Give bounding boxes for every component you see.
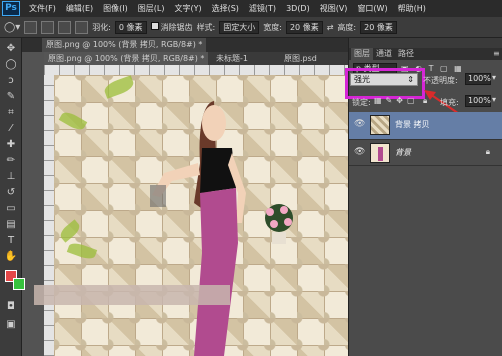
layer-row[interactable]: 👁︎ 背景 🔒︎ (349, 139, 502, 166)
brush-icon[interactable]: ✏ (3, 154, 19, 168)
crop-icon[interactable]: ⌗ (3, 106, 19, 120)
lock-icon: 🔒︎ (485, 147, 490, 156)
menu-edit[interactable]: 编辑(E) (61, 3, 98, 14)
antialias-checkbox[interactable]: 消除锯齿 (150, 21, 193, 33)
eyedropper-icon[interactable]: ⁄ (3, 122, 19, 136)
swap-icon[interactable]: ⇄ (327, 23, 334, 32)
lock-label: 锁定: (352, 98, 371, 107)
screen-mode-icon[interactable]: ▣ (3, 318, 19, 332)
tools-panel: ✥ ◯ ↄ ✎ ⌗ ⁄ ✚ ✏ ⊥ ↺ ▭ ▤ T ✋ ◘ ▣ (0, 38, 25, 356)
menu-window[interactable]: 窗口(W) (352, 3, 392, 14)
menu-image[interactable]: 图像(I) (98, 3, 133, 14)
antialias-label: 消除锯齿 (160, 22, 193, 32)
vertical-ruler[interactable] (44, 75, 54, 356)
move-icon[interactable]: ✥ (3, 42, 19, 56)
new-selection-icon[interactable] (24, 20, 38, 34)
opacity-dropdown-icon[interactable]: ▾ (492, 73, 496, 82)
doc-tab-psd[interactable]: 原图.psd (280, 52, 321, 65)
flower-pot-illustration (265, 204, 293, 244)
menu-layer[interactable]: 图层(L) (133, 3, 170, 14)
menu-3d[interactable]: 3D(D) (281, 4, 315, 13)
tab-paths[interactable]: 路径 (395, 48, 417, 60)
feather-input[interactable]: 0 像素 (114, 20, 147, 34)
menu-type[interactable]: 文字(Y) (169, 3, 206, 14)
fill-input[interactable]: 100% (465, 95, 491, 107)
panel-menu-icon[interactable]: ≡ (490, 48, 502, 60)
menu-bar: Ps 文件(F) 编辑(E) 图像(I) 图层(L) 文字(Y) 选择(S) 滤… (0, 0, 502, 17)
type-icon[interactable]: T (3, 234, 19, 248)
style-label: 样式: (196, 22, 216, 32)
document-canvas[interactable] (54, 75, 348, 356)
options-bar: ◯▾ 羽化: 0 像素 消除锯齿 样式: 固定大小 宽度: 20 像素 ⇄ 高度… (0, 17, 502, 38)
doc-tab-1[interactable]: 原图.png @ 100% (背景 拷贝, RGB/8#) * (42, 38, 207, 52)
height-label: 高度: (337, 22, 357, 32)
subtract-selection-icon[interactable] (58, 20, 72, 34)
woman-illustration (150, 101, 246, 356)
layer-thumbnail (370, 143, 390, 163)
stamp-icon[interactable]: ⊥ (3, 170, 19, 184)
background-color-swatch[interactable] (13, 278, 25, 290)
menu-select[interactable]: 选择(S) (207, 3, 244, 14)
tab-layers[interactable]: 图层 (351, 48, 373, 60)
marquee-tool-icon[interactable]: ◯▾ (4, 22, 20, 33)
document-tabs-back: 原图.png @ 100% (背景 拷贝, RGB/8#) * (22, 38, 348, 52)
layer-row[interactable]: 👁︎ 背景 拷贝 (349, 112, 502, 139)
horizontal-ruler[interactable] (44, 65, 348, 75)
menu-filter[interactable]: 滤镜(T) (244, 3, 281, 14)
gradient-icon[interactable]: ▤ (3, 218, 19, 232)
tab-channels[interactable]: 通道 (373, 48, 395, 60)
eye-icon[interactable]: 👁︎ (354, 147, 365, 157)
fill-label: 填充: (440, 98, 459, 107)
document-tabs: 原图.png @ 100% (背景 拷贝, RGB/8#) * 未标题-1 原图… (44, 52, 348, 65)
menu-help[interactable]: 帮助(H) (393, 3, 431, 14)
quick-mask-icon[interactable]: ◘ (3, 300, 19, 314)
doc-tab-untitled[interactable]: 未标题-1 (212, 52, 252, 65)
menu-file[interactable]: 文件(F) (24, 3, 61, 14)
layer-name[interactable]: 背景 (395, 147, 411, 158)
healing-icon[interactable]: ✚ (3, 138, 19, 152)
layer-name[interactable]: 背景 拷贝 (395, 119, 430, 130)
width-label: 宽度: (263, 22, 282, 32)
eye-icon[interactable]: 👁︎ (354, 119, 365, 129)
style-select[interactable]: 固定大小 (219, 20, 260, 34)
app-logo: Ps (2, 1, 20, 16)
watermark-bar (34, 285, 230, 305)
checkbox-icon (150, 21, 159, 30)
lasso-icon[interactable]: ↄ (3, 74, 19, 88)
layer-thumbnail (370, 115, 390, 135)
width-input[interactable]: 20 像素 (285, 20, 323, 34)
history-brush-icon[interactable]: ↺ (3, 186, 19, 200)
height-input[interactable]: 20 像素 (360, 20, 397, 34)
fill-dropdown-icon[interactable]: ▾ (492, 95, 496, 104)
eraser-icon[interactable]: ▭ (3, 202, 19, 216)
hand-icon[interactable]: ✋ (3, 250, 19, 264)
marquee-icon[interactable]: ◯ (3, 58, 19, 72)
layers-panel-tabs: 图层 通道 路径 ≡ (349, 48, 502, 60)
menu-view[interactable]: 视图(V) (315, 3, 353, 14)
intersect-selection-icon[interactable] (75, 20, 89, 34)
lock-icons[interactable]: ▦✎✥▢ (374, 96, 419, 105)
opacity-input[interactable]: 100% (465, 73, 491, 85)
quick-select-icon[interactable]: ✎ (3, 90, 19, 104)
doc-tab-active[interactable]: 原图.png @ 100% (背景 拷贝, RGB/8#) * (44, 52, 209, 65)
feather-label: 羽化: (92, 22, 111, 32)
highlight-box (345, 68, 425, 99)
opacity-label: 不透明度: (423, 76, 458, 85)
add-selection-icon[interactable] (41, 20, 55, 34)
lock-all-icon[interactable]: 🔒︎ (423, 96, 427, 106)
